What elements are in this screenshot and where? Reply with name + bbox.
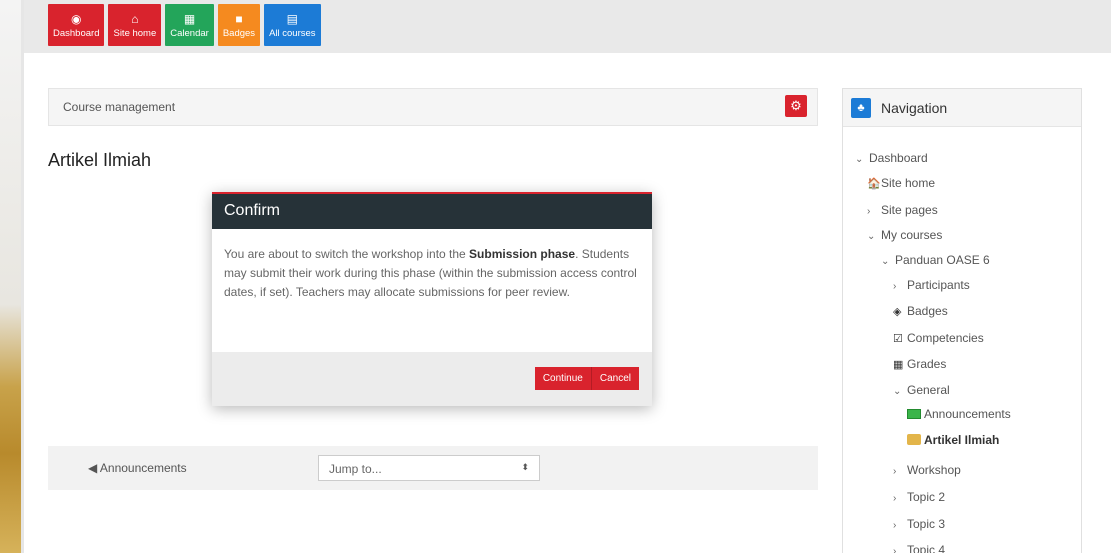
nav-item-label: Topic 3 — [907, 517, 946, 531]
chevron-right-icon: › — [893, 466, 897, 477]
chevron-right-icon: › — [893, 493, 897, 504]
table-icon: ▦ — [893, 359, 904, 371]
nav-item-label: Grades — [907, 357, 947, 371]
nav-item-participants[interactable]: › Participants — [893, 278, 970, 292]
checkbox-icon: ☑ — [893, 333, 903, 345]
dialog-button-group: Continue Cancel — [534, 367, 639, 390]
site-home-button[interactable]: ⌂ Site home — [108, 4, 162, 46]
course-management-label: Course management — [63, 100, 176, 114]
navigation-block: ♣ Navigation ⌄ Dashboard 🏠Site home › Site… — [842, 88, 1082, 553]
nav-item-label: Dashboard — [869, 151, 928, 165]
nav-item-label: Announcements — [924, 407, 1011, 421]
courses-icon: ▤ — [286, 11, 298, 26]
nav-item-label: Topic 4 — [907, 543, 946, 553]
nav-item-label: Topic 2 — [907, 490, 946, 504]
nav-item-dashboard[interactable]: ⌄ Dashboard — [855, 151, 928, 165]
nav-item-label: Site home — [881, 176, 936, 190]
nav-item-my-courses[interactable]: ⌄ My courses — [867, 228, 942, 242]
nav-item-topic-4[interactable]: › Topic 4 — [893, 543, 945, 553]
nav-item-label: Site pages — [881, 203, 938, 217]
nav-item-label: Competencies — [907, 331, 984, 345]
shield-icon: ◈ — [893, 306, 902, 318]
dashboard-label: Dashboard — [53, 27, 100, 39]
navigation-title: Navigation — [881, 99, 948, 116]
previous-activity-link[interactable]: ◀ Announcements — [88, 461, 187, 475]
top-navigation: ◉ Dashboard ⌂ Site home ▦ Calendar ■ Bad… — [48, 4, 321, 46]
all-courses-label: All courses — [269, 27, 316, 39]
nav-item-grades[interactable]: ▦ Grades — [893, 357, 946, 371]
nav-item-announcements[interactable]: Announcements — [907, 407, 1011, 421]
dialog-message: You are about to switch the workshop int… — [212, 229, 652, 355]
nav-item-label: Workshop — [907, 463, 961, 477]
nav-item-topic-2[interactable]: › Topic 2 — [893, 490, 945, 504]
nav-item-label: General — [907, 383, 950, 397]
cancel-button[interactable]: Cancel — [590, 367, 639, 390]
badges-label: Badges — [222, 27, 256, 39]
nav-item-topic-3[interactable]: › Topic 3 — [893, 517, 945, 531]
dialog-footer: Continue Cancel — [212, 352, 652, 406]
nav-item-workshop[interactable]: › Workshop — [893, 463, 961, 477]
nav-item-label: Badges — [907, 304, 948, 318]
sitemap-icon: ♣ — [851, 97, 871, 118]
nav-item-badges[interactable]: ◈ Badges — [893, 304, 948, 318]
dialog-title: Confirm — [212, 194, 652, 229]
nav-item-artikel-ilmiah[interactable]: Artikel Ilmiah — [907, 433, 999, 447]
nav-item-competencies[interactable]: ☑ Competencies — [893, 331, 984, 345]
continue-button[interactable]: Continue — [534, 367, 591, 390]
chevron-right-icon: › — [867, 206, 871, 217]
nav-item-site-home[interactable]: 🏠Site home — [867, 176, 935, 190]
chevron-right-icon: › — [893, 546, 897, 553]
nav-item-label: My courses — [881, 228, 943, 242]
badge-icon: ■ — [235, 11, 243, 26]
dialog-text-before: You are about to switch the workshop int… — [224, 247, 470, 261]
nav-item-label: Panduan OASE 6 — [895, 253, 990, 267]
activity-navigation: ◀ Announcements Jump to... ⬍ — [48, 446, 818, 490]
calendar-button[interactable]: ▦ Calendar — [165, 4, 214, 46]
chevron-right-icon: › — [893, 520, 897, 531]
page-title: Artikel Ilmiah — [48, 150, 152, 170]
gear-icon[interactable]: ⚙ — [785, 95, 807, 117]
navigation-header: ♣ Navigation — [843, 89, 1081, 127]
dialog-phase-name: Submission phase — [469, 247, 576, 261]
badges-button[interactable]: ■ Badges — [217, 4, 261, 46]
jump-to-value: Jump to... — [329, 462, 382, 476]
chevron-down-icon: ⌄ — [867, 231, 876, 242]
caret-left-icon: ◀ — [88, 461, 98, 475]
dashboard-icon: ◉ — [71, 11, 82, 26]
calendar-icon: ▦ — [183, 11, 196, 26]
chevron-down-icon: ⌄ — [881, 256, 890, 267]
home-icon: 🏠 — [867, 178, 881, 190]
site-home-label: Site home — [113, 27, 157, 39]
chevron-right-icon: › — [893, 281, 897, 292]
chevron-down-icon: ⌄ — [855, 154, 864, 165]
nav-item-panduan-oase-6[interactable]: ⌄ Panduan OASE 6 — [881, 253, 990, 267]
nav-item-general[interactable]: ⌄ General — [893, 383, 950, 397]
chevron-down-icon: ⌄ — [893, 386, 902, 397]
course-management-bar: Course management ⚙ — [48, 88, 818, 126]
nav-item-label: Participants — [907, 278, 970, 292]
calendar-label: Calendar — [170, 27, 209, 39]
forum-icon — [907, 409, 921, 419]
nav-item-site-pages[interactable]: › Site pages — [867, 203, 938, 217]
confirm-dialog: Confirm You are about to switch the work… — [212, 192, 652, 406]
previous-activity-label: Announcements — [99, 461, 187, 475]
jump-to-select[interactable]: Jump to... ⬍ — [318, 455, 540, 481]
all-courses-button[interactable]: ▤ All courses — [264, 4, 321, 46]
workshop-icon — [907, 434, 921, 445]
nav-item-label: Artikel Ilmiah — [924, 433, 1000, 447]
home-icon: ⌂ — [131, 11, 139, 26]
left-edge-strip — [0, 0, 24, 553]
select-arrows-icon: ⬍ — [521, 462, 529, 472]
dashboard-button[interactable]: ◉ Dashboard — [48, 4, 105, 46]
